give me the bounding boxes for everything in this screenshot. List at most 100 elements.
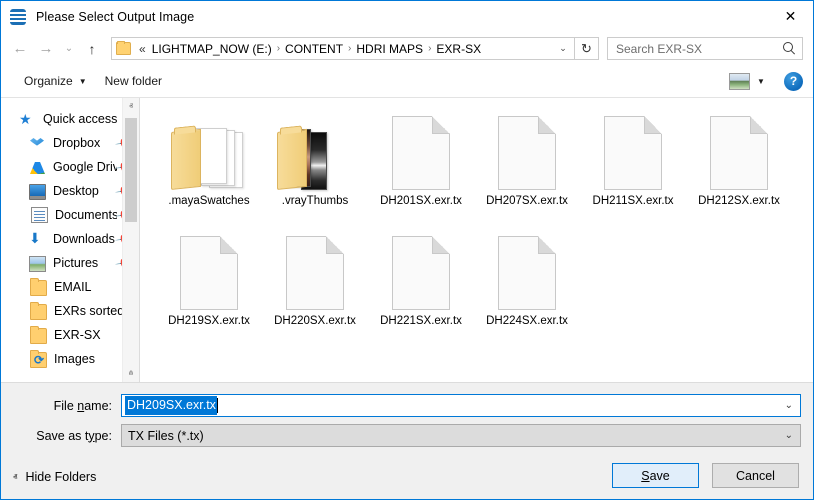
search-box[interactable] (607, 37, 803, 60)
refresh-icon[interactable]: ↻ (575, 37, 599, 60)
breadcrumb-item-hdri-maps[interactable]: HDRI MAPS (353, 41, 426, 57)
sidebar-item-label: Quick access (43, 112, 118, 126)
sidebar-item-label: Dropbox (53, 136, 101, 150)
sidebar-item-desktop[interactable]: Desktop 📌 (1, 179, 139, 203)
breadcrumb-item-content[interactable]: CONTENT (282, 41, 346, 57)
sidebar-item-label: Google Drive (53, 160, 117, 174)
list-item[interactable]: DH219SX.exr.tx (156, 228, 262, 348)
chevron-right-icon[interactable]: › (346, 42, 353, 55)
sidebar-item-label: EXR-SX (54, 328, 101, 342)
list-item[interactable]: DH224SX.exr.tx (474, 228, 580, 348)
file-name-label: DH212SX.exr.tx (698, 195, 780, 207)
chevron-down-icon[interactable]: ⌄ (785, 430, 793, 441)
up-button[interactable]: ↑ (79, 36, 105, 62)
thumbnail (379, 110, 463, 192)
file-name-label: DH219SX.exr.tx (168, 315, 250, 327)
sidebar-item-dropbox[interactable]: Dropbox 📌 (1, 131, 139, 155)
sidebar-item-exrs-sorted[interactable]: EXRs sorted (1, 299, 139, 323)
save-as-type-row: Save as type: TX Files (*.tx) ⌄ (1, 424, 813, 447)
google-drive-icon (29, 159, 46, 175)
document-icon (604, 116, 662, 190)
file-name-label: DH224SX.exr.tx (486, 315, 568, 327)
forward-button[interactable]: → (33, 36, 59, 62)
chevron-right-icon[interactable]: › (426, 42, 433, 55)
breadcrumb-item-drive[interactable]: LIGHTMAP_NOW (E:) (149, 41, 275, 57)
navigation-bar: ← → ⌄ ↑ « LIGHTMAP_NOW (E:) › CONTENT › … (1, 32, 813, 65)
cancel-button[interactable]: Cancel (712, 463, 799, 488)
sidebar-item-label: Documents (55, 208, 118, 222)
file-name-label: DH220SX.exr.tx (274, 315, 356, 327)
sidebar-item-pictures[interactable]: Pictures 📌 (1, 251, 139, 275)
sidebar-item-images[interactable]: Images (1, 347, 139, 371)
list-item[interactable]: DH221SX.exr.tx (368, 228, 474, 348)
chevron-down-icon[interactable]: ⌄ (785, 400, 793, 411)
close-icon[interactable]: ✕ (768, 1, 813, 31)
search-input[interactable] (614, 40, 779, 57)
scroll-up-icon[interactable]: ⱏ (123, 98, 139, 115)
document-icon (710, 116, 768, 190)
star-icon: ★ (19, 111, 32, 127)
folder-icon (30, 278, 47, 296)
sidebar-item-email[interactable]: EMAIL (1, 275, 139, 299)
new-folder-button[interactable]: New folder (96, 69, 171, 93)
sidebar-item-quick-access[interactable]: ★ Quick access (1, 107, 139, 131)
document-icon (498, 236, 556, 310)
new-folder-label: New folder (104, 74, 162, 88)
list-item[interactable]: DH220SX.exr.tx (262, 228, 368, 348)
navigation-pane: ★ Quick access Dropbox 📌 Google Drive 📌 … (1, 98, 139, 382)
chevron-right-icon[interactable]: › (275, 42, 282, 55)
list-item[interactable]: .mayaSwatches (156, 108, 262, 228)
save-button[interactable]: Save (612, 463, 699, 488)
sidebar-item-downloads[interactable]: ⬇ Downloads 📌 (1, 227, 139, 251)
thumbnail (485, 110, 569, 192)
breadcrumb-overflow[interactable]: « (136, 41, 149, 57)
file-name-value: DH209SX.exr.tx (125, 396, 217, 415)
list-item[interactable]: DH207SX.exr.tx (474, 108, 580, 228)
dialog-buttons: Save Cancel (612, 463, 799, 488)
list-item[interactable]: DH201SX.exr.tx (368, 108, 474, 228)
sidebar-scrollbar[interactable]: ⱏ ⱞ (122, 98, 139, 382)
file-name-input[interactable]: DH209SX.exr.tx ⌄ (121, 394, 801, 417)
chevron-down-icon[interactable]: ⌄ (552, 38, 574, 59)
hide-folders-button[interactable]: ⱏ Hide Folders (13, 470, 96, 484)
scroll-down-icon[interactable]: ⱞ (123, 365, 139, 382)
file-name-label: .vrayThumbs (281, 195, 349, 207)
chevron-down-icon[interactable]: ▼ (752, 71, 770, 91)
document-icon (286, 236, 344, 310)
folder-images-icon (277, 124, 353, 190)
dialog-footer: File name: DH209SX.exr.tx ⌄ Save as type… (1, 382, 813, 499)
recent-locations-button[interactable]: ⌄ (59, 36, 79, 62)
sidebar-item-documents[interactable]: Documents 📌 (1, 203, 139, 227)
file-name-label: DH201SX.exr.tx (380, 195, 462, 207)
sidebar-item-google-drive[interactable]: Google Drive 📌 (1, 155, 139, 179)
file-name-label: .mayaSwatches (168, 195, 250, 207)
documents-icon (31, 207, 48, 223)
sidebar-item-exr-sx[interactable]: EXR-SX (1, 323, 139, 347)
help-icon[interactable]: ? (784, 71, 803, 91)
maya-app-icon (9, 8, 27, 26)
sidebar-item-label: EXRs sorted (54, 304, 125, 318)
change-view-icon[interactable] (729, 72, 750, 90)
pictures-icon (29, 255, 46, 272)
sidebar-item-label: Pictures (53, 256, 99, 270)
folder-icon (30, 302, 47, 320)
back-button[interactable]: ← (7, 36, 33, 62)
file-name-label: DH211SX.exr.tx (592, 195, 674, 207)
document-icon (392, 116, 450, 190)
address-bar[interactable]: « LIGHTMAP_NOW (E:) › CONTENT › HDRI MAP… (111, 37, 575, 60)
breadcrumb-item-exr-sx[interactable]: EXR-SX (433, 41, 484, 57)
folder-sync-icon (30, 350, 47, 368)
window-title: Please Select Output Image (36, 9, 195, 24)
organize-button[interactable]: Organize ▼ (15, 69, 96, 93)
list-item[interactable]: DH212SX.exr.tx (686, 108, 792, 228)
scrollbar-thumb[interactable] (125, 118, 137, 222)
list-item[interactable]: .vrayThumbs (262, 108, 368, 228)
sidebar-item-label: Desktop (53, 184, 99, 198)
text-caret (216, 398, 218, 413)
save-as-type-label: Save as type: (36, 428, 112, 443)
save-as-type-value: TX Files (*.tx) (128, 428, 204, 443)
save-as-type-select[interactable]: TX Files (*.tx) ⌄ (121, 424, 801, 447)
list-item[interactable]: DH211SX.exr.tx (580, 108, 686, 228)
thumbnail (485, 230, 569, 312)
thumbnail (273, 110, 357, 192)
